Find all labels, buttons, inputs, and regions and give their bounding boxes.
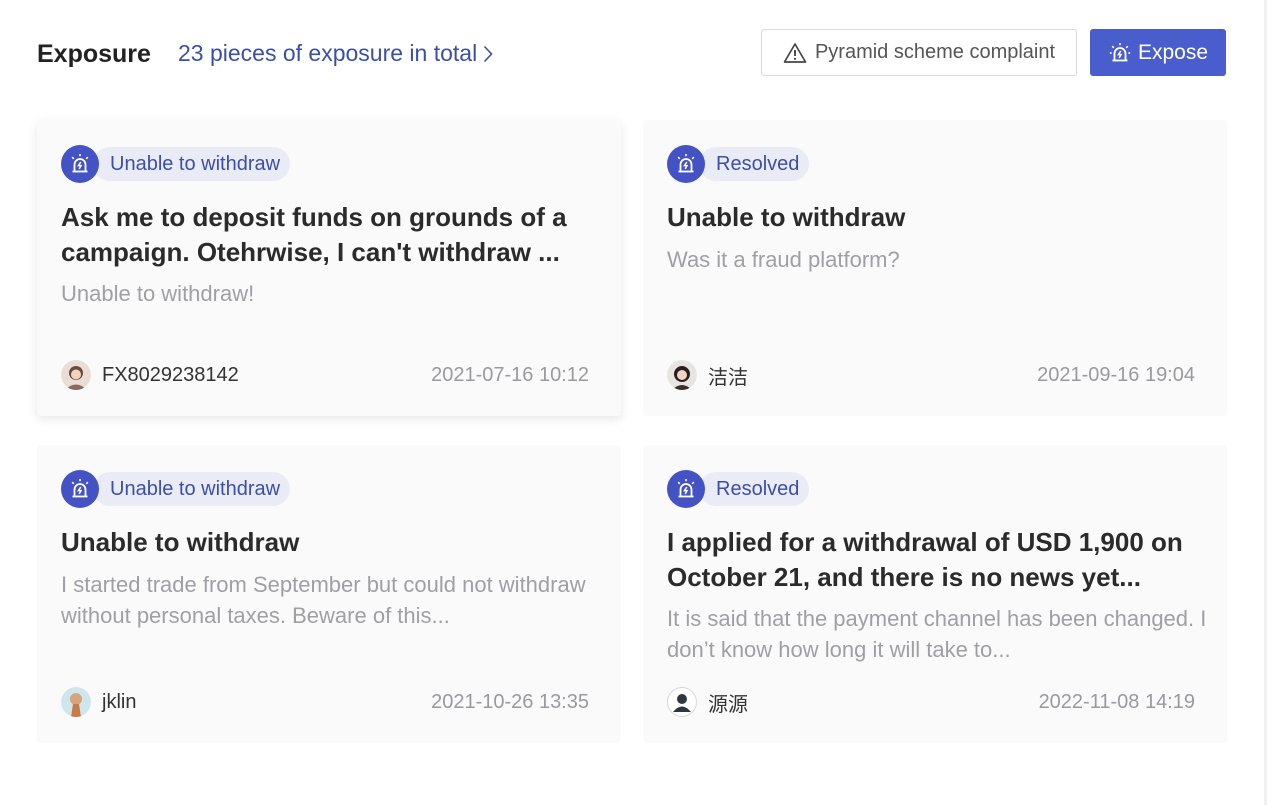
post-date: 2021-09-16 19:04 — [1037, 363, 1195, 386]
post-date: 2021-07-16 10:12 — [431, 363, 589, 386]
card-title: Unable to withdraw — [667, 202, 906, 232]
alarm-light-icon — [667, 470, 705, 508]
exposure-card[interactable]: Unable to withdraw Ask me to deposit fun… — [37, 120, 621, 416]
expose-button-label: Expose — [1137, 40, 1209, 64]
page-title: Exposure — [37, 40, 151, 68]
complaint-button-label: Pyramid scheme complaint — [814, 41, 1056, 63]
exposure-card[interactable]: Unable to withdraw Unable to withdraw I … — [37, 445, 621, 743]
card-footer: FX8029238142 2021-07-16 10:12 — [61, 359, 589, 391]
warning-triangle-icon — [783, 42, 807, 63]
alarm-light-icon — [61, 470, 99, 508]
card-description: It is said that the payment channel has … — [667, 606, 1207, 662]
status-badge: Unable to withdraw — [61, 145, 291, 183]
total-exposure-link[interactable]: 23 pieces of exposure in total — [178, 40, 493, 67]
status-badge: Resolved — [667, 145, 810, 183]
card-description: I started trade from September but could… — [61, 572, 586, 628]
status-badge: Unable to withdraw — [61, 470, 291, 508]
author-name: jklin — [102, 690, 137, 713]
status-badge: Resolved — [667, 470, 810, 508]
card-footer: 源源 2022-11-08 14:19 — [667, 686, 1195, 718]
status-badge-label: Resolved — [699, 472, 810, 506]
author-name: FX8029238142 — [102, 363, 239, 386]
status-badge-label: Unable to withdraw — [93, 472, 291, 506]
total-exposure-label: 23 pieces of exposure in total — [178, 40, 478, 66]
card-title: I applied for a withdrawal of USD 1,900 … — [667, 527, 1183, 592]
exposure-card[interactable]: Resolved Unable to withdraw Was it a fra… — [643, 120, 1227, 416]
exposure-card[interactable]: Resolved I applied for a withdrawal of U… — [643, 445, 1227, 743]
card-description: Unable to withdraw! — [61, 281, 255, 306]
pyramid-scheme-complaint-button[interactable]: Pyramid scheme complaint — [761, 29, 1077, 76]
post-date: 2021-10-26 13:35 — [431, 690, 589, 713]
card-title: Unable to withdraw — [61, 527, 300, 557]
card-description: Was it a fraud platform? — [667, 247, 900, 272]
alarm-light-icon — [667, 145, 705, 183]
exposure-header: Exposure 23 pieces of exposure in total … — [37, 28, 1227, 78]
avatar — [667, 360, 697, 390]
alarm-light-icon — [61, 145, 99, 183]
avatar — [667, 687, 697, 717]
status-badge-label: Unable to withdraw — [93, 147, 291, 181]
avatar — [61, 687, 91, 717]
status-badge-label: Resolved — [699, 147, 810, 181]
author-name: 源源 — [708, 693, 748, 716]
card-title: Ask me to deposit funds on grounds of a … — [61, 202, 567, 267]
avatar — [61, 360, 91, 390]
card-footer: 洁洁 2021-09-16 19:04 — [667, 359, 1195, 391]
post-date: 2022-11-08 14:19 — [1038, 690, 1195, 713]
expose-button[interactable]: Expose — [1090, 29, 1226, 76]
alarm-light-icon — [1109, 42, 1131, 61]
chevron-right-icon — [484, 45, 493, 62]
card-footer: jklin 2021-10-26 13:35 — [61, 686, 589, 718]
author-name: 洁洁 — [708, 366, 748, 389]
